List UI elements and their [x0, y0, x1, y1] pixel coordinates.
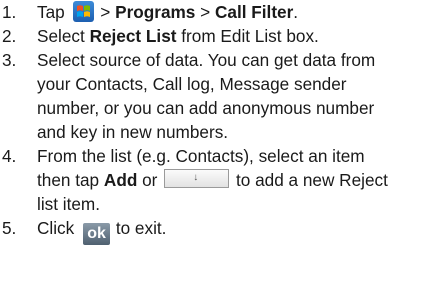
- step-number: 5.: [2, 218, 17, 238]
- step-text-line: list item.: [37, 194, 101, 214]
- step-number: 2.: [2, 26, 17, 46]
- step-text: or: [142, 170, 158, 190]
- separator: >: [200, 2, 211, 22]
- step-text: from Edit List box.: [181, 26, 319, 46]
- step-text-line: Select source of data. You can get data …: [37, 50, 376, 70]
- down-arrow-icon: ↓: [193, 172, 199, 183]
- ok-button-icon: ok: [83, 223, 111, 245]
- step-text-line: and key in new numbers.: [37, 122, 229, 142]
- step-text-line: From the list (e.g. Contacts), select an…: [37, 146, 365, 166]
- step-4: 4. From the list (e.g. Contacts), select…: [0, 144, 429, 216]
- step-text: Tap: [37, 2, 65, 22]
- windows-start-icon: [72, 1, 94, 22]
- step-number: 3.: [2, 50, 17, 70]
- step-number: 1.: [2, 2, 17, 22]
- dropdown-button-icon: ↓: [164, 169, 230, 188]
- step-text: then tap: [37, 170, 100, 190]
- period: .: [293, 2, 299, 22]
- steps-list: 1. Tap > Programs > Call Filter. 2. Sele…: [0, 0, 429, 245]
- add-label: Add: [103, 170, 138, 190]
- reject-list-label: Reject List: [89, 26, 177, 46]
- step-text-line: number, or you can add anonymous number: [37, 98, 375, 118]
- step-text: Select: [37, 26, 85, 46]
- step-text-line: your Contacts, Call log, Message sender: [37, 74, 347, 94]
- step-2: 2. Select Reject List from Edit List box…: [0, 24, 429, 48]
- step-number: 4.: [2, 146, 17, 166]
- step-text: to exit.: [115, 218, 167, 238]
- programs-label: Programs: [115, 2, 196, 22]
- call-filter-label: Call Filter: [214, 2, 294, 22]
- step-text: to add a new Reject: [235, 170, 388, 190]
- instructions-page: 1. Tap > Programs > Call Filter. 2. Sele…: [0, 0, 429, 306]
- step-5: 5. Click ok to exit.: [0, 216, 429, 245]
- step-text: Click: [37, 218, 75, 238]
- step-1: 1. Tap > Programs > Call Filter.: [0, 0, 429, 24]
- separator: >: [100, 2, 111, 22]
- step-3: 3. Select source of data. You can get da…: [0, 48, 429, 144]
